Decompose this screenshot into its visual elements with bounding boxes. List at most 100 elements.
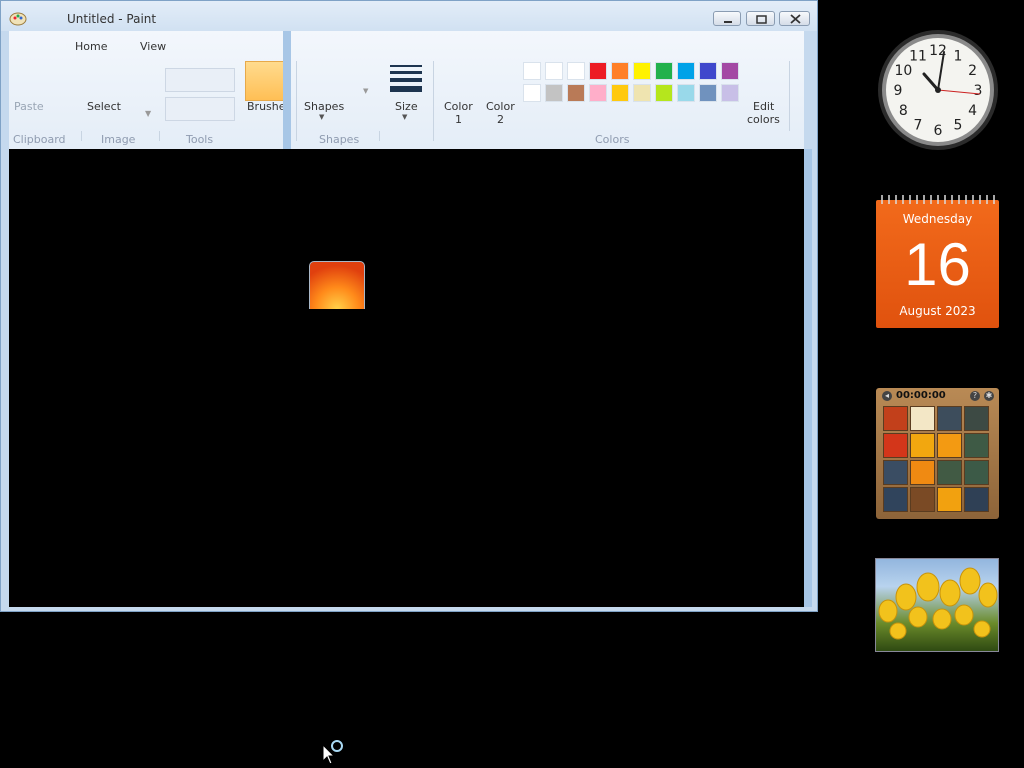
clock-number: 7 [914,118,923,134]
separator [81,131,82,141]
separator [789,61,790,131]
title-bar[interactable]: Untitled - Paint [1,1,817,31]
color-swatch[interactable] [677,84,695,102]
size-dropdown-icon[interactable]: ▼ [402,113,407,121]
busy-spinner-icon [331,740,343,752]
clock-number: 10 [894,63,912,79]
color-swatch[interactable] [545,62,563,80]
separator [296,61,297,141]
clock-number: 5 [954,118,963,134]
group-label-image: Image [101,133,136,146]
color-palette[interactable] [523,62,743,104]
shapes-gallery-arrow-icon[interactable]: ▼ [363,87,368,95]
color-swatch[interactable] [589,62,607,80]
clock-number: 11 [909,48,927,64]
edit-colors-label-1[interactable]: Edit [753,100,774,113]
separator [379,131,380,141]
color-swatch[interactable] [633,84,651,102]
color-swatch[interactable] [699,62,717,80]
color-swatch[interactable] [589,84,607,102]
color-swatch[interactable] [611,62,629,80]
paint-app-icon[interactable] [9,10,27,26]
puzzle-tile[interactable] [964,406,989,431]
select-button[interactable]: Select [87,100,121,113]
color2-button-number[interactable]: 2 [497,113,504,126]
group-label-shapes: Shapes [319,133,360,146]
tools-row-2[interactable] [165,97,235,121]
group-label-tools: Tools [186,133,214,146]
picture-icon[interactable]: ✱ [984,391,994,401]
puzzle-tile[interactable] [883,406,908,431]
window-title: Untitled - Paint [67,12,157,26]
puzzle-tile[interactable] [964,460,989,485]
canvas-border [804,149,812,607]
drawing-canvas[interactable] [9,149,812,607]
puzzle-tile[interactable] [883,487,908,512]
select-dropdown-icon[interactable]: ▼ [145,109,151,118]
color-swatch[interactable] [567,84,585,102]
puzzle-tile[interactable] [910,487,935,512]
clock-number: 3 [974,83,983,99]
clock-number: 6 [934,123,943,139]
size-button[interactable]: Size [395,100,418,113]
color-swatch[interactable] [721,84,739,102]
puzzle-grid[interactable] [883,406,993,514]
color-swatch[interactable] [545,84,563,102]
edit-colors-label-2[interactable]: colors [747,113,780,126]
tools-row-1[interactable] [165,68,235,92]
puzzle-tile[interactable] [910,406,935,431]
calendar-binding-rings [881,195,995,204]
group-label-colors: Colors [595,133,630,146]
picture-puzzle-gadget[interactable]: ◂ 00:00:00 ? ✱ [876,388,999,519]
puzzle-tile[interactable] [883,433,908,458]
paint-window[interactable]: Untitled - Paint Home View Paste Clipboa… [0,0,818,612]
color-swatch[interactable] [655,84,673,102]
color2-button-label[interactable]: Color [486,100,515,113]
user-picture-icon [309,261,365,309]
color-swatch[interactable] [699,84,717,102]
color-swatch[interactable] [523,62,541,80]
clock-number: 4 [968,103,977,119]
color-swatch[interactable] [633,62,651,80]
puzzle-tile[interactable] [910,433,935,458]
size-lines-icon[interactable] [390,63,422,93]
puzzle-tile[interactable] [964,487,989,512]
color-swatch[interactable] [611,84,629,102]
calendar-weekday: Wednesday [902,212,973,226]
help-icon[interactable]: ? [970,391,980,401]
puzzle-tile[interactable] [964,433,989,458]
tab-home[interactable]: Home [75,40,107,53]
color1-button-label[interactable]: Color [444,100,473,113]
back-arrow-icon[interactable]: ◂ [882,391,892,401]
color-swatch[interactable] [721,62,739,80]
clock-number: 2 [968,63,977,79]
puzzle-tile[interactable] [937,460,962,485]
paste-button[interactable]: Paste [14,100,44,113]
close-button[interactable] [779,11,810,26]
restore-button[interactable] [746,11,775,26]
color1-button-number[interactable]: 1 [455,113,462,126]
clock-gadget[interactable]: 12 1 2 3 4 5 6 7 8 9 10 11 [876,28,1000,152]
clock-number: 1 [954,48,963,64]
tulips-photo-icon [878,567,998,640]
ribbon: Home View Paste Clipboard Select ▼ Image… [9,31,804,149]
color-swatch[interactable] [567,62,585,80]
shapes-button[interactable]: Shapes [304,100,344,113]
color-swatch[interactable] [655,62,673,80]
puzzle-tile[interactable] [937,433,962,458]
brushes-button[interactable]: Brushes [247,100,291,113]
minimize-button[interactable] [713,11,741,26]
puzzle-tile[interactable] [937,487,962,512]
puzzle-tile[interactable] [883,460,908,485]
slideshow-gadget[interactable] [875,558,999,652]
color-swatch[interactable] [677,62,695,80]
color-swatch[interactable] [523,84,541,102]
calendar-gadget[interactable]: Wednesday 16 August 2023 [876,195,999,328]
tab-view[interactable]: View [140,40,166,53]
clock-number: 9 [894,83,903,99]
clock-number: 8 [899,103,908,119]
puzzle-tile[interactable] [937,406,962,431]
shapes-dropdown-icon[interactable]: ▼ [319,113,324,121]
brushes-icon[interactable] [245,61,287,101]
puzzle-tile[interactable] [910,460,935,485]
